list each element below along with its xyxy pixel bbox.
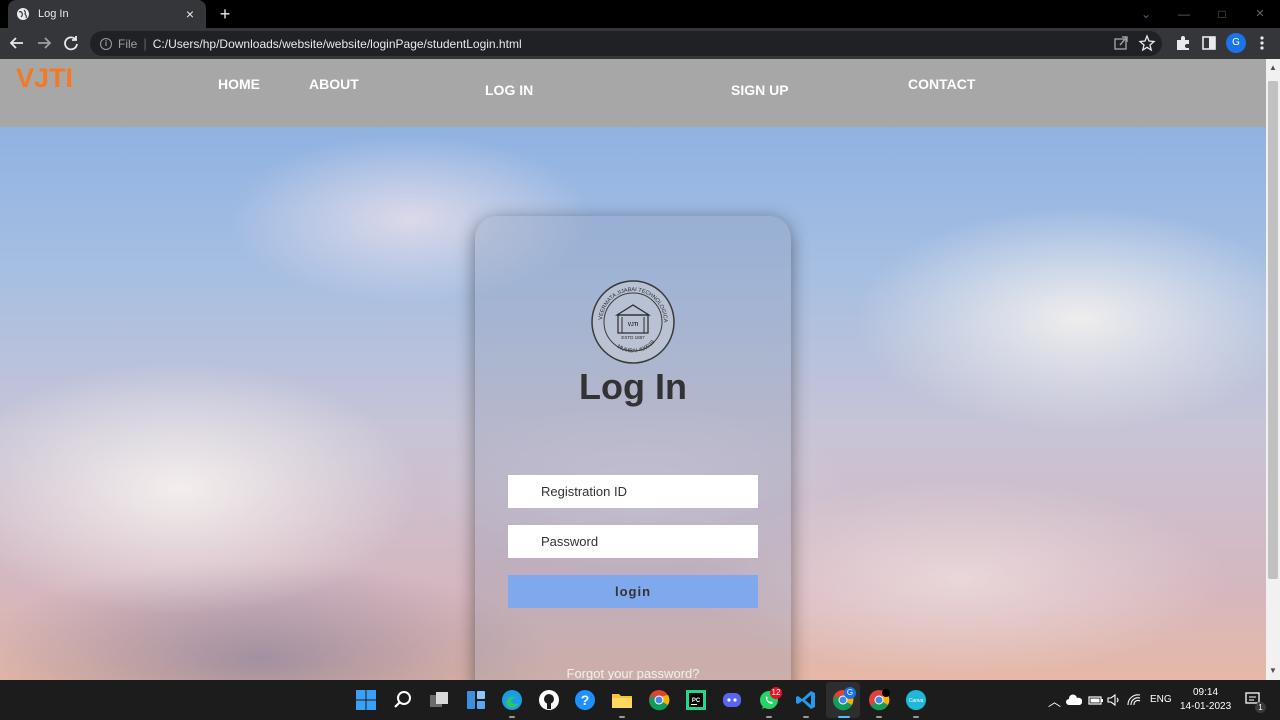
vscode-icon[interactable] (795, 689, 817, 711)
tab-strip: Log In × + ⌄ — □ × (0, 0, 1280, 28)
clock-date[interactable]: 14-01-2023 (1180, 701, 1231, 712)
registration-id-input[interactable] (508, 475, 758, 508)
chrome-canary-running-indicator (876, 716, 882, 718)
search-icon[interactable] (392, 689, 414, 711)
page-viewport: VJTI HOME ABOUT LOG IN SIGN UP CONTACT V… (0, 59, 1266, 680)
side-panel-icon[interactable] (1198, 32, 1220, 54)
reload-icon[interactable] (60, 32, 82, 54)
close-window-button[interactable]: × (1250, 4, 1270, 24)
back-icon[interactable] (6, 32, 28, 54)
nav-login[interactable]: LOG IN (485, 82, 533, 98)
file-explorer-icon[interactable] (611, 689, 633, 711)
windows-taskbar: ? PC 12 G Canva ︿ ENG 09:14 14-01-2023 1 (0, 680, 1280, 720)
login-title: Log In (579, 366, 687, 407)
site-logo[interactable]: VJTI (16, 63, 73, 94)
login-button[interactable]: login (508, 575, 758, 608)
volume-icon[interactable] (1106, 693, 1122, 707)
extensions-icon[interactable] (1172, 32, 1194, 54)
forgot-password-link[interactable]: Forgot your password? (475, 666, 791, 680)
tab-close-icon[interactable]: × (182, 6, 198, 22)
svg-text:VJTI: VJTI (628, 322, 639, 328)
bookmark-star-icon[interactable] (1138, 31, 1156, 56)
tray-overflow-icon[interactable]: ︿ (1048, 691, 1061, 710)
canva-icon[interactable]: Canva (905, 689, 927, 711)
maximize-button[interactable]: □ (1212, 4, 1232, 24)
battery-icon[interactable] (1088, 693, 1104, 707)
minimize-button[interactable]: — (1174, 4, 1194, 24)
password-input[interactable] (508, 525, 758, 558)
nav-home[interactable]: HOME (218, 76, 260, 92)
url-scheme: File (118, 36, 138, 51)
chrome-active-indicator (838, 716, 850, 718)
pycharm-icon[interactable]: PC (685, 689, 707, 711)
tab-search-icon[interactable]: ⌄ (1136, 4, 1156, 24)
github-icon[interactable] (538, 689, 560, 711)
scrollbar-thumb[interactable] (1268, 81, 1278, 579)
page-scrollbar[interactable]: ▲ ▼ (1266, 59, 1280, 680)
vjti-emblem-icon: VEERMATA JIJABAI TECHNOLOGICAL INSTITUTE… (590, 279, 675, 364)
forward-icon[interactable] (33, 32, 55, 54)
nav-signup[interactable]: SIGN UP (731, 82, 789, 98)
site-info-icon[interactable]: i (100, 37, 112, 50)
start-icon[interactable] (355, 689, 377, 711)
more-menu-icon[interactable] (1251, 32, 1273, 54)
onedrive-icon[interactable] (1066, 693, 1082, 707)
explorer-running-indicator (619, 716, 625, 718)
canva-running-indicator (913, 716, 919, 718)
tab-title: Log In (38, 8, 69, 20)
edge-icon[interactable] (501, 689, 523, 711)
tab-login[interactable]: Log In × (8, 0, 206, 28)
site-navbar: VJTI HOME ABOUT LOG IN SIGN UP CONTACT (0, 59, 1266, 127)
whatsapp-running-indicator (766, 716, 772, 718)
url-text[interactable]: C:/Users/hp/Downloads/website/website/lo… (153, 37, 522, 51)
globe-icon (17, 8, 29, 20)
svg-text:Canva: Canva (909, 698, 924, 704)
scroll-down-arrow-icon[interactable]: ▼ (1266, 664, 1280, 678)
vscode-running-indicator (803, 716, 809, 718)
whatsapp-unread-badge: 12 (770, 687, 782, 699)
chrome-icon[interactable] (648, 689, 670, 711)
new-tab-button[interactable]: + (214, 4, 236, 24)
nav-about[interactable]: ABOUT (309, 76, 359, 92)
browser-toolbar: i File | C:/Users/hp/Downloads/website/w… (0, 28, 1280, 59)
login-card: VEERMATA JIJABAI TECHNOLOGICAL INSTITUTE… (475, 216, 791, 680)
discord-icon[interactable] (721, 689, 743, 711)
profile-avatar[interactable]: G (1226, 33, 1246, 53)
svg-text:PC: PC (692, 698, 701, 704)
address-bar[interactable]: i File | C:/Users/hp/Downloads/website/w… (90, 31, 1162, 56)
wifi-icon[interactable] (1126, 693, 1142, 707)
svg-text:ESTD 1887: ESTD 1887 (621, 335, 645, 340)
scroll-up-arrow-icon[interactable]: ▲ (1266, 61, 1280, 75)
nav-contact[interactable]: CONTACT (908, 76, 975, 92)
edge-running-indicator (509, 716, 515, 718)
svg-text:?: ? (581, 692, 590, 708)
chrome-canary-icon[interactable] (868, 689, 890, 711)
notification-count-badge: 1 (1255, 702, 1266, 713)
help-icon[interactable]: ? (574, 689, 596, 711)
share-icon[interactable] (1112, 31, 1130, 56)
url-separator: | (143, 36, 147, 51)
widgets-icon[interactable] (465, 689, 487, 711)
clock-time[interactable]: 09:14 (1193, 687, 1218, 698)
chrome-profile-badge: G (844, 687, 856, 699)
language-indicator[interactable]: ENG (1150, 694, 1172, 705)
task-view-icon[interactable] (428, 689, 450, 711)
